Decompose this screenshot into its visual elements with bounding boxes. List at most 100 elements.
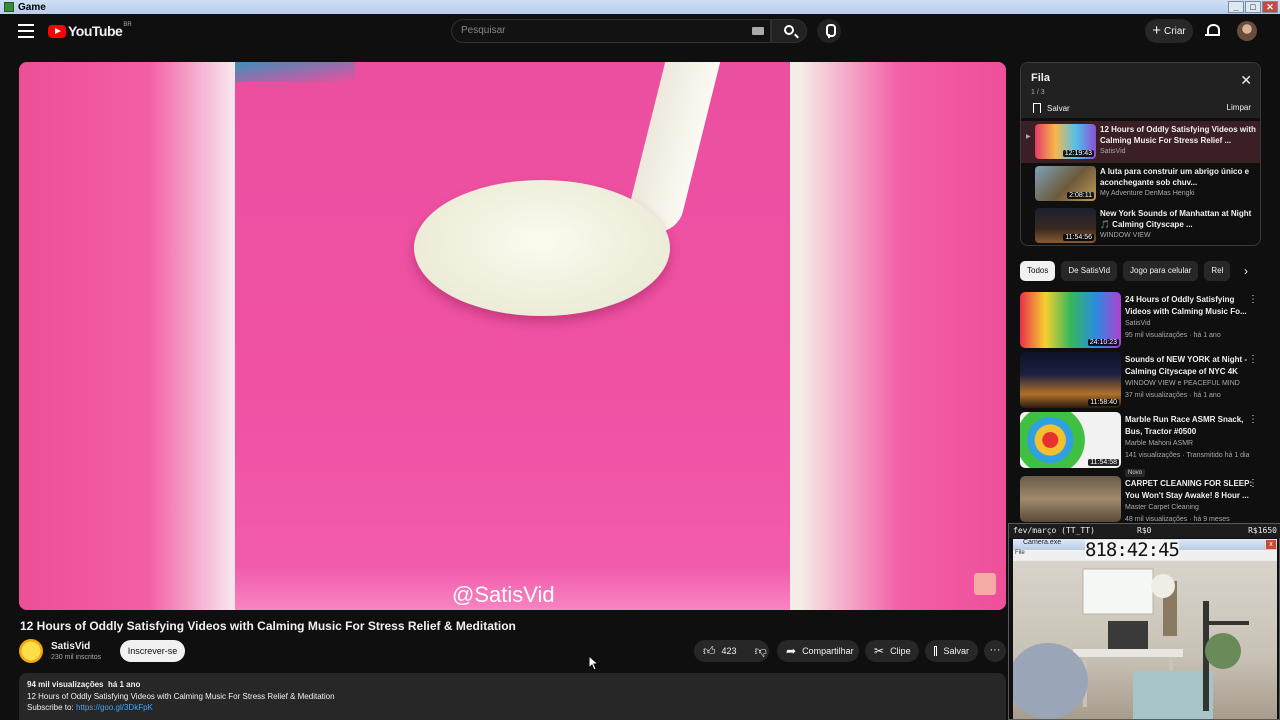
logo-region: BR: [123, 22, 132, 28]
recommendation-channel: Master Carpet Cleaning: [1125, 504, 1199, 511]
close-icon[interactable]: x: [1266, 540, 1276, 549]
duration-badge: 24:10:23: [1087, 339, 1119, 346]
keyboard-icon[interactable]: [752, 27, 764, 35]
queue-title: Fila: [1031, 72, 1050, 84]
close-icon[interactable]: ✕: [1240, 73, 1252, 87]
window-titlebar: Game _ □ ✕: [0, 0, 1280, 14]
search-button[interactable]: [771, 19, 807, 43]
recommendation-stats: 37 mil visualizações · há 1 ano: [1125, 392, 1221, 399]
now-playing-icon: ▶: [1026, 134, 1031, 140]
queue-item[interactable]: 2:08:11 A luta para construir um abrigo …: [1021, 163, 1260, 205]
recommendation-item[interactable]: CARPET CLEANING FOR SLEEP: You Won't Sta…: [1020, 476, 1268, 523]
queue-item-channel: My Adventure DenMas Hengki: [1100, 190, 1195, 197]
like-icon[interactable]: 👍︎: [703, 645, 716, 657]
video-watermark: @SatisVid: [452, 582, 555, 607]
more-vert-icon[interactable]: ⋮: [1248, 294, 1258, 305]
search-placeholder: Pesquisar: [461, 25, 506, 36]
recommendation-title: Marble Run Race ASMR Snack, Bus, Tractor…: [1125, 415, 1244, 436]
share-label: Compartilhar: [802, 646, 854, 656]
create-label: Criar: [1164, 25, 1186, 37]
camera-window: Camera.exe File 818:42:45 x: [1013, 539, 1277, 719]
queue-item-title: New York Sounds of Manhattan at Night 🎵 …: [1100, 209, 1252, 229]
queue-thumbnail: 11:54:56: [1035, 208, 1096, 243]
queue-item[interactable]: 11:54:56 New York Sounds of Manhattan at…: [1021, 205, 1260, 245]
search-input[interactable]: Pesquisar: [451, 19, 771, 43]
minimize-button[interactable]: _: [1228, 1, 1244, 13]
queue-item-channel: SatisVid: [1100, 148, 1126, 155]
webcam-scene: [1013, 568, 1249, 719]
channel-watermark-icon[interactable]: [974, 573, 996, 595]
video-frame-corner: [235, 62, 355, 82]
recommendation-channel: WINDOW VIEW e PEACEFUL MIND: [1125, 380, 1240, 387]
more-vert-icon[interactable]: ⋮: [1248, 354, 1258, 365]
queue-save-label: Salvar: [1047, 103, 1070, 113]
more-vert-icon[interactable]: ⋮: [1248, 414, 1258, 425]
recommendation-item[interactable]: 24:10:23 24 Hours of Oddly Satisfying Vi…: [1020, 292, 1268, 348]
maximize-button[interactable]: □: [1245, 1, 1261, 13]
video-title: 12 Hours of Oddly Satisfying Videos with…: [20, 619, 516, 633]
cream-blob: [414, 180, 670, 316]
description-link[interactable]: https://goo.gl/3DkFpK: [76, 703, 153, 712]
subscribe-button[interactable]: Inscrever-se: [120, 640, 185, 662]
filter-chips: Todos De SatisVid Jogo para celular Rel: [1020, 261, 1260, 283]
bell-icon[interactable]: [1205, 23, 1220, 37]
recommendation-stats: 95 mil visualizações · há 1 ano: [1125, 332, 1221, 339]
search-icon: [784, 25, 794, 35]
queue-clear-button[interactable]: Limpar: [1227, 103, 1251, 112]
recommendation-channel: Marble Mahoni ASMR: [1125, 440, 1194, 447]
close-window-button[interactable]: ✕: [1262, 1, 1278, 13]
queue-panel: Fila 1 / 3 ✕ Salvar Limpar ▶ 12:19:43 12…: [1020, 62, 1261, 246]
view-count: 94 mil visualizações: [27, 680, 104, 689]
channel-name[interactable]: SatisVid: [51, 641, 90, 652]
subscribe-prefix: Subscribe to:: [27, 703, 74, 712]
duration-badge: 11:58:40: [1088, 399, 1119, 406]
queue-count: 1 / 3: [1031, 89, 1045, 96]
description-line: 12 Hours of Oddly Satisfying Videos with…: [27, 691, 335, 701]
youtube-logo[interactable]: YouTube BR: [48, 22, 132, 39]
duration-badge: 11:54:58: [1088, 459, 1119, 466]
recommendation-title: 24 Hours of Oddly Satisfying Videos with…: [1125, 295, 1247, 316]
chevron-right-icon[interactable]: ›: [1237, 263, 1255, 281]
share-icon: ➦: [786, 644, 797, 658]
recommendation-thumbnail: 11:58:40: [1020, 352, 1121, 408]
save-label: Salvar: [943, 646, 969, 656]
chip-mobile-game[interactable]: Jogo para celular: [1123, 261, 1199, 281]
chip-from-channel[interactable]: De SatisVid: [1061, 261, 1118, 281]
mic-icon[interactable]: [817, 19, 841, 43]
menu-icon[interactable]: [18, 24, 34, 38]
more-vert-icon[interactable]: ⋮: [1248, 478, 1258, 489]
window-title: Game: [18, 1, 46, 13]
overlay-left-text: fev/março (TT_TT): [1013, 526, 1095, 535]
recommendation-channel: SatisVid: [1125, 320, 1151, 327]
more-actions-button[interactable]: ···: [984, 640, 1006, 662]
webcam-feed: [1013, 561, 1277, 719]
recommendation-thumbnail: 11:54:58: [1020, 412, 1121, 468]
share-button[interactable]: ➦ Compartilhar: [777, 640, 859, 662]
queue-save-button[interactable]: Salvar: [1033, 103, 1070, 113]
queue-item[interactable]: ▶ 12:19:43 12 Hours of Oddly Satisfying …: [1021, 121, 1260, 163]
channel-avatar[interactable]: [19, 639, 43, 663]
save-button[interactable]: Salvar: [925, 640, 978, 662]
overlay-mid-text: R$0: [1137, 526, 1152, 535]
plus-icon: +: [1152, 22, 1162, 39]
chip-related[interactable]: Rel: [1204, 261, 1231, 281]
overlay-right-text: R$1650: [1248, 526, 1277, 535]
recommendation-item[interactable]: 11:54:58 Marble Run Race ASMR Snack, Bus…: [1020, 412, 1268, 477]
queue-thumbnail: 12:19:43: [1035, 124, 1096, 159]
dislike-icon[interactable]: 👎︎: [755, 645, 767, 657]
duration-badge: 12:19:43: [1062, 150, 1094, 157]
video-player[interactable]: @SatisVid: [19, 62, 1006, 610]
play-logo-icon: [48, 24, 66, 38]
chip-all[interactable]: Todos: [1020, 261, 1056, 281]
create-button[interactable]: + Criar: [1145, 19, 1193, 43]
avatar[interactable]: [1237, 21, 1257, 41]
duration-badge: 2:08:11: [1067, 192, 1094, 199]
like-dislike-group: 👍︎ 423 👎︎: [694, 640, 769, 662]
recommendation-title: Sounds of NEW YORK at Night - Calming Ci…: [1125, 355, 1248, 376]
like-count[interactable]: 423: [722, 646, 737, 656]
app-icon: [4, 2, 14, 12]
recommendation-item[interactable]: 11:58:40 Sounds of NEW YORK at Night - C…: [1020, 352, 1268, 408]
description-box[interactable]: 94 mil visualizações há 1 ano 12 Hours o…: [19, 673, 1006, 720]
masthead: YouTube BR Pesquisar + Criar: [0, 14, 1280, 50]
clip-button[interactable]: ✂ Clipe: [865, 640, 919, 662]
